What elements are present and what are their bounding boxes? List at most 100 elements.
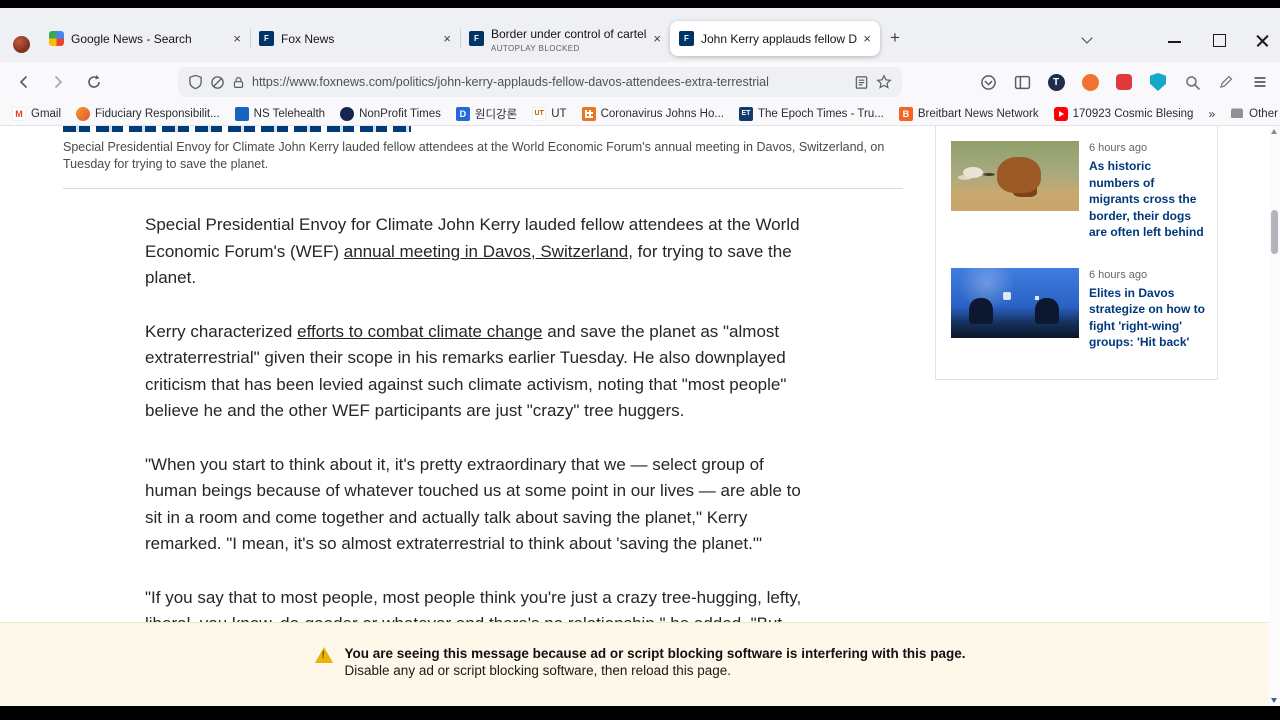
bookmark-epoch-times[interactable]: The Epoch Times - Tru... [738,106,884,121]
sidebar-story-migrant-dogs[interactable]: 6 hours ago As historic numbers of migra… [951,141,1205,241]
scrollbar-thumb[interactable] [1271,210,1278,254]
tracking-protection-shield-icon[interactable] [188,74,203,90]
tab-john-kerry-active[interactable]: John Kerry applauds fellow Dav × [670,21,880,56]
tab-border-video[interactable]: Border under control of cartels AUTOPLAY… [460,21,670,56]
davos-meeting-link[interactable]: annual meeting in Davos, Switzerland [344,242,628,261]
bookmark-label: UT [551,107,567,120]
sidebars-icon[interactable] [1008,68,1036,96]
bookmark-label: Breitbart News Network [917,107,1039,120]
sidebar-story-davos-elites[interactable]: 6 hours ago Elites in Davos strategize o… [951,267,1205,351]
tab-title: Border under control of cartels [491,26,648,41]
folder-icon [1230,107,1244,121]
page-viewport: Special Presidential Envoy for Climate J… [0,126,1280,706]
list-all-tabs-chevron-icon[interactable] [1082,32,1094,44]
climate-change-link[interactable]: efforts to combat climate change [297,322,542,341]
epoch-times-icon [738,106,753,121]
profile-avatar-icon[interactable] [13,36,30,53]
bookmark-label: Fiduciary Responsibilit... [95,107,220,120]
story-headline[interactable]: Elites in Davos strategize on how to fig… [1089,285,1205,351]
permission-autoplay-blocked-icon[interactable] [210,75,225,90]
other-bookmarks[interactable]: Other Bookmarks [1230,107,1280,121]
tab-title: Fox News [281,31,335,46]
bookmark-ns-telehealth[interactable]: NS Telehealth [234,106,326,121]
bookmark-fiduciary[interactable]: Fiduciary Responsibilit... [76,106,220,121]
tab-close-icon[interactable]: × [653,32,661,45]
banner-message: Disable any ad or script blocking softwa… [344,663,731,678]
bookmark-label: Gmail [31,107,62,120]
warning-triangle-icon [314,647,333,663]
story-headline[interactable]: As historic numbers of migrants cross th… [1089,158,1205,241]
tab-close-icon[interactable]: × [863,32,871,45]
paragraph-text: Kerry characterized [145,321,298,341]
story-timestamp: 6 hours ago [1089,268,1148,281]
bookmarks-bar: Gmail Fiduciary Responsibilit... NS Tele… [0,102,1280,126]
article-paragraph: Kerry characterized efforts to combat cl… [145,319,815,425]
orange-grid-icon [581,106,596,121]
bookmark-wondi[interactable]: 원디강론 [455,106,518,122]
bookmark-label: Coronavirus Johns Ho... [600,107,724,120]
tab-fox-news[interactable]: Fox News × [250,21,460,56]
article-body: Special Presidential Envoy for Climate J… [145,212,815,691]
breitbart-icon [898,106,913,121]
minimize-button[interactable] [1164,30,1186,50]
extension-search-icon[interactable] [1178,68,1206,96]
reader-mode-icon[interactable] [854,75,869,90]
browser-window: Google News - Search × Fox News × Border… [0,8,1280,706]
extension-orange-circle-icon[interactable] [1076,68,1104,96]
bookmark-star-icon[interactable] [876,74,892,90]
extension-t-circle-icon[interactable] [1042,68,1070,96]
ut-icon [532,106,547,121]
bookmarks-overflow-chevron[interactable]: » [1208,107,1215,121]
bookmark-label: Other Bookmarks [1249,107,1280,120]
reload-button[interactable] [80,68,108,96]
bookmark-label: The Epoch Times - Tru... [757,107,884,120]
adblock-warning-banner: You are seeing this message because ad o… [0,622,1280,706]
bookmark-label: NS Telehealth [253,107,326,120]
extension-red-square-icon[interactable] [1110,68,1138,96]
address-bar[interactable]: https://www.foxnews.com/politics/john-ke… [178,67,902,97]
scroll-down-arrow-icon[interactable] [1271,698,1277,703]
tab-google-news[interactable]: Google News - Search × [40,21,250,56]
forward-button[interactable] [44,68,72,96]
close-button[interactable] [1252,30,1274,50]
orange-dot-icon [76,106,91,121]
fox-favicon [679,31,694,46]
bookmark-cosmic-blesing[interactable]: 170923 Cosmic Blesing [1053,106,1193,121]
article-paragraph: Special Presidential Envoy for Climate J… [145,212,815,292]
restore-button[interactable] [1208,30,1230,50]
davos-panel-thumbnail-image [951,267,1079,338]
clipped-headline-remnant [63,126,411,132]
url-text[interactable]: https://www.foxnews.com/politics/john-ke… [252,75,847,89]
menu-icon[interactable] [1246,68,1274,96]
autoplay-blocked-badge: AUTOPLAY BLOCKED [491,43,580,53]
bookmark-breitbart[interactable]: Breitbart News Network [898,106,1039,121]
tab-strip: Google News - Search × Fox News × Border… [40,21,880,56]
extension-pen-icon[interactable] [1212,68,1240,96]
google-news-favicon [49,31,64,46]
navigation-bar: https://www.foxnews.com/politics/john-ke… [0,62,1280,102]
tab-close-icon[interactable]: × [233,32,241,45]
related-news-sidebar: 6 hours ago As historic numbers of migra… [935,126,1218,380]
extension-teal-shield-icon[interactable] [1144,68,1172,96]
article-divider [63,188,903,189]
banner-message-bold: You are seeing this message because ad o… [344,646,966,661]
tab-bar: Google News - Search × Fox News × Border… [0,8,1280,62]
bookmark-ut[interactable]: UT [532,106,567,121]
bookmark-label: 원디강론 [474,108,518,121]
lock-icon[interactable] [232,75,245,90]
article-dek: Special Presidential Envoy for Climate J… [63,140,885,171]
vertical-scrollbar[interactable] [1269,126,1280,706]
bookmark-nonprofit-times[interactable]: NonProfit Times [340,106,441,121]
toolbar-right-icons [974,68,1274,96]
scroll-up-arrow-icon[interactable] [1271,129,1277,134]
blue-square-icon [234,106,249,121]
new-tab-button[interactable]: + [890,28,900,48]
tab-close-icon[interactable]: × [443,32,451,45]
pocket-icon[interactable] [974,68,1002,96]
fox-favicon [469,31,484,46]
window-controls [1164,30,1274,50]
back-button[interactable] [10,68,38,96]
bookmark-gmail[interactable]: Gmail [12,106,62,121]
bookmark-coronavirus-jhu[interactable]: Coronavirus Johns Ho... [581,106,724,121]
bookmark-label: NonProfit Times [359,107,441,120]
